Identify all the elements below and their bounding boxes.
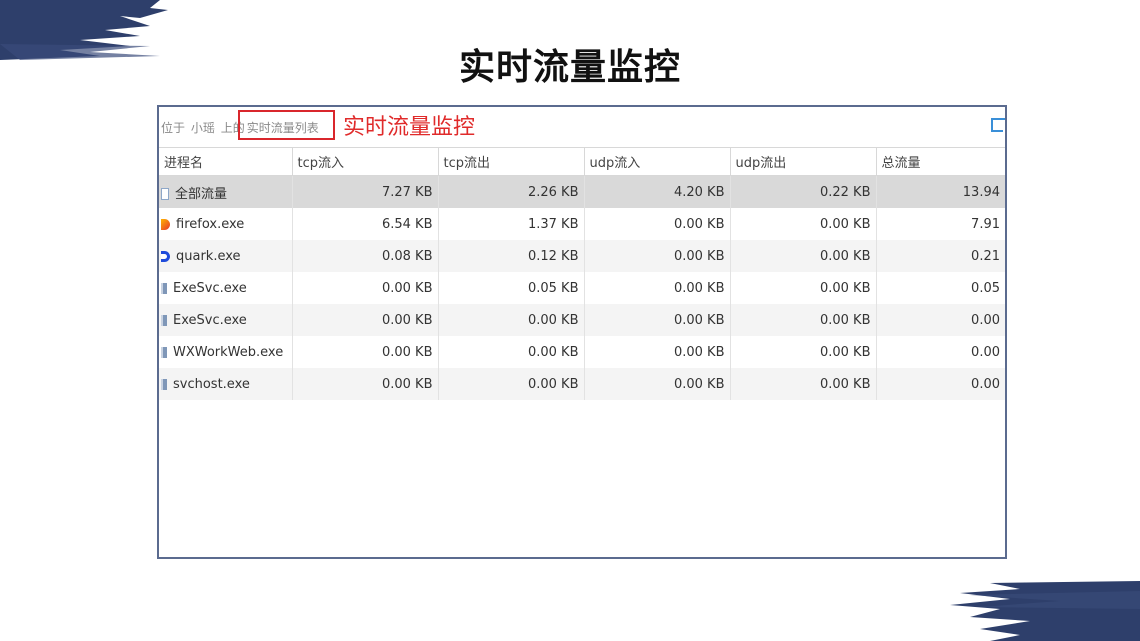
- total-cell: 0.05: [971, 280, 1000, 296]
- udp-in-cell: 0.00 KB: [584, 272, 731, 304]
- process-name: ExeSvc.exe: [173, 280, 247, 296]
- process-cell: firefox.exe: [159, 208, 293, 240]
- column-header-tcp-in[interactable]: tcp流入: [292, 147, 439, 176]
- panel-toolbar: 位于 小瑶 上的 实时流量列表 实时流量监控: [159, 107, 1005, 147]
- udp-in-cell: 0.00 KB: [584, 368, 731, 400]
- tcp-in-cell: 0.00 KB: [292, 336, 439, 368]
- table-row[interactable]: ExeSvc.exe 0.00 KB 0.05 KB 0.00 KB 0.00 …: [159, 272, 1005, 304]
- process-name: svchost.exe: [173, 376, 250, 392]
- tcp-in-cell: 0.00 KB: [292, 272, 439, 304]
- traffic-monitor-panel: 位于 小瑶 上的 实时流量列表 实时流量监控 进程名 tcp流入 tcp流出 ud…: [157, 105, 1007, 559]
- total-cell: 0.00: [876, 304, 1005, 336]
- slide-title: 实时流量监控: [458, 47, 681, 88]
- breadcrumb-item[interactable]: 小瑶: [191, 121, 215, 135]
- traffic-table: 进程名 tcp流入 tcp流出 udp流入 udp流出 总流量 全部流量 7.2…: [159, 147, 1005, 400]
- table-row[interactable]: svchost.exe 0.00 KB 0.00 KB 0.00 KB 0.00…: [159, 368, 1005, 400]
- total-cell: 0.21: [876, 240, 1005, 272]
- process-cell: ExeSvc.exe: [159, 304, 293, 336]
- export-icon[interactable]: [991, 118, 1005, 132]
- udp-out-cell: 0.00 KB: [730, 240, 877, 272]
- column-header-udp-out[interactable]: udp流出: [730, 147, 877, 176]
- udp-in-cell: 0.00 KB: [584, 208, 731, 240]
- process-cell: quark.exe: [159, 240, 293, 272]
- process-name: firefox.exe: [176, 216, 245, 232]
- tcp-out-cell: 1.37 KB: [438, 208, 585, 240]
- table-row[interactable]: quark.exe 0.08 KB 0.12 KB 0.00 KB 0.00 K…: [159, 240, 1005, 272]
- tcp-out-cell: 0.00 KB: [438, 304, 585, 336]
- tcp-out-cell: 0.12 KB: [438, 240, 585, 272]
- total-cell: 13.94: [876, 175, 1005, 208]
- udp-out-cell: 0.00 KB: [730, 336, 877, 368]
- annotation-highlight-box: [238, 110, 335, 140]
- udp-out-cell: 0.00 KB: [730, 272, 877, 304]
- table-row[interactable]: ExeSvc.exe 0.00 KB 0.00 KB 0.00 KB 0.00 …: [159, 304, 1005, 336]
- app-icon: [161, 378, 167, 390]
- document-icon: [161, 187, 169, 200]
- tcp-out-cell: 0.05 KB: [438, 272, 585, 304]
- table-row[interactable]: 全部流量 7.27 KB 2.26 KB 4.20 KB 0.22 KB 13.…: [159, 175, 1005, 208]
- udp-in-cell: 0.00 KB: [584, 240, 731, 272]
- firefox-icon: [161, 218, 170, 230]
- process-name: 全部流量: [175, 186, 228, 202]
- column-header-process[interactable]: 进程名: [159, 147, 293, 176]
- column-header-total[interactable]: 总流量: [876, 147, 1005, 176]
- process-name: WXWorkWeb.exe: [173, 344, 284, 360]
- total-cell: 7.91: [971, 216, 1000, 232]
- tcp-out-cell: 2.26 KB: [438, 175, 585, 208]
- process-cell: ExeSvc.exe: [159, 272, 293, 304]
- annotation-label: 实时流量监控: [343, 115, 476, 140]
- total-cell: 0.00: [876, 368, 1005, 400]
- column-header-udp-in[interactable]: udp流入: [584, 147, 731, 176]
- tcp-in-cell: 6.54 KB: [292, 208, 439, 240]
- app-icon: [161, 282, 167, 294]
- table-row[interactable]: WXWorkWeb.exe 0.00 KB 0.00 KB 0.00 KB 0.…: [159, 336, 1005, 368]
- process-cell: WXWorkWeb.exe: [159, 336, 293, 368]
- app-icon: [161, 346, 167, 358]
- process-cell: svchost.exe: [159, 368, 293, 400]
- process-name: ExeSvc.exe: [173, 312, 247, 328]
- tcp-in-cell: 0.00 KB: [292, 304, 439, 336]
- total-cell: 0.00: [971, 344, 1000, 360]
- quark-icon: [161, 250, 170, 262]
- breadcrumb-item: 位于: [161, 121, 186, 135]
- udp-out-cell: 0.22 KB: [730, 175, 877, 208]
- table-header-row: 进程名 tcp流入 tcp流出 udp流入 udp流出 总流量: [159, 147, 1005, 176]
- process-cell: 全部流量: [159, 175, 293, 208]
- udp-in-cell: 0.00 KB: [584, 336, 731, 368]
- udp-out-cell: 0.00 KB: [730, 208, 877, 240]
- udp-in-cell: 0.00 KB: [584, 304, 731, 336]
- udp-out-cell: 0.00 KB: [730, 368, 877, 400]
- udp-in-cell: 4.20 KB: [584, 175, 731, 208]
- tcp-out-cell: 0.00 KB: [438, 336, 585, 368]
- tcp-in-cell: 0.08 KB: [292, 240, 439, 272]
- table-row[interactable]: firefox.exe 6.54 KB 1.37 KB 0.00 KB 0.00…: [159, 208, 1005, 240]
- process-name: quark.exe: [176, 248, 241, 264]
- brush-stroke-decoration: [950, 581, 1140, 641]
- tcp-in-cell: 0.00 KB: [292, 368, 439, 400]
- tcp-out-cell: 0.00 KB: [438, 368, 585, 400]
- tcp-in-cell: 7.27 KB: [292, 175, 439, 208]
- app-icon: [161, 314, 167, 326]
- udp-out-cell: 0.00 KB: [730, 304, 877, 336]
- column-header-tcp-out[interactable]: tcp流出: [438, 147, 585, 176]
